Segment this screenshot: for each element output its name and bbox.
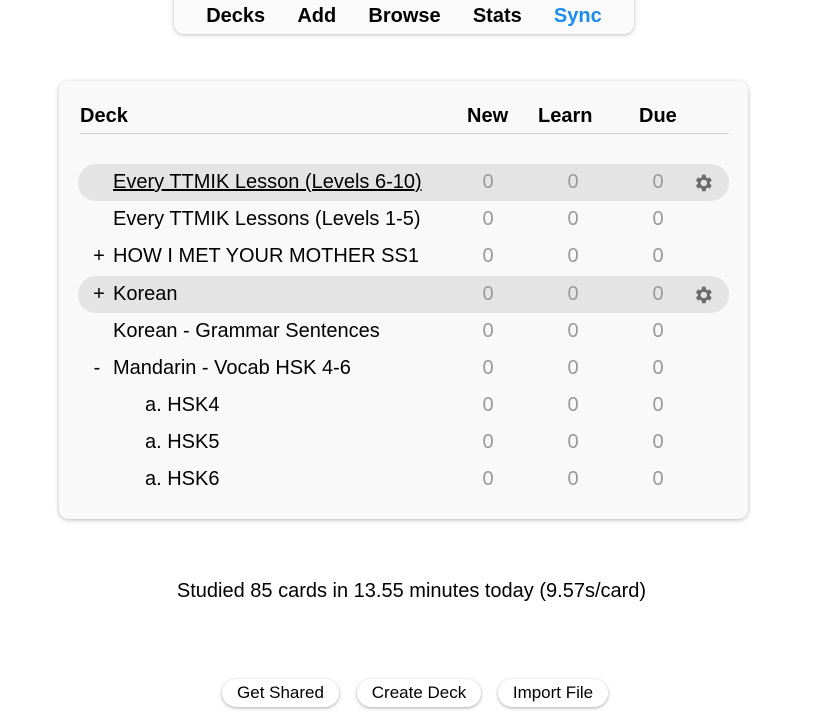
learn-count: 0 — [567, 468, 579, 490]
deck-row[interactable]: Every TTMIK Lessons (Levels 1-5) 0 0 0 — [78, 201, 729, 238]
new-count: 0 — [482, 208, 494, 230]
gear-icon[interactable] — [692, 284, 714, 306]
learn-count: 0 — [567, 283, 579, 305]
due-count: 0 — [652, 283, 664, 305]
column-header-learn: Learn — [538, 105, 593, 127]
deck-name[interactable]: Every TTMIK Lesson (Levels 6-10) — [113, 171, 422, 194]
new-count: 0 — [482, 431, 494, 453]
learn-count: 0 — [567, 245, 579, 267]
deck-name[interactable]: HOW I MET YOUR MOTHER SS1 — [113, 245, 419, 268]
deck-name[interactable]: Every TTMIK Lessons (Levels 1-5) — [113, 208, 421, 231]
deck-row[interactable]: Korean - Grammar Sentences 0 0 0 — [78, 313, 729, 350]
learn-count: 0 — [567, 320, 579, 342]
deck-row[interactable]: - Mandarin - Vocab HSK 4-6 0 0 0 — [78, 350, 729, 387]
column-header-deck: Deck — [80, 105, 128, 127]
new-count: 0 — [482, 283, 494, 305]
nav-sync[interactable]: Sync — [554, 4, 602, 28]
deck-row[interactable]: + Korean 0 0 0 — [78, 276, 729, 313]
create-deck-button[interactable]: Create Deck — [357, 679, 481, 707]
table-header: Deck New Learn Due — [80, 103, 729, 134]
due-count: 0 — [652, 320, 664, 342]
learn-count: 0 — [567, 208, 579, 230]
due-count: 0 — [652, 208, 664, 230]
new-count: 0 — [482, 320, 494, 342]
learn-count: 0 — [567, 357, 579, 379]
bottom-buttons: Get Shared Create Deck Import File — [0, 679, 823, 707]
deck-list-panel: Deck New Learn Due Every TTMIK Lesson (L… — [59, 81, 748, 519]
deck-name[interactable]: a. HSK4 — [145, 394, 219, 417]
top-toolbar: Decks Add Browse Stats Sync — [174, 0, 634, 34]
collapse-toggle[interactable]: + — [92, 245, 106, 268]
deck-name[interactable]: Korean - Grammar Sentences — [113, 320, 380, 343]
due-count: 0 — [652, 468, 664, 490]
column-header-due: Due — [639, 105, 677, 127]
due-count: 0 — [652, 357, 664, 379]
column-header-new: New — [467, 105, 509, 127]
study-summary: Studied 85 cards in 13.55 minutes today … — [176, 580, 647, 602]
new-count: 0 — [482, 468, 494, 490]
nav-decks[interactable]: Decks — [206, 4, 265, 28]
collapse-toggle[interactable]: - — [90, 357, 104, 380]
learn-count: 0 — [567, 171, 579, 193]
new-count: 0 — [482, 171, 494, 193]
deck-row[interactable]: a. HSK4 0 0 0 — [78, 387, 729, 424]
deck-row[interactable]: a. HSK5 0 0 0 — [78, 424, 729, 461]
due-count: 0 — [652, 245, 664, 267]
due-count: 0 — [652, 171, 664, 193]
new-count: 0 — [482, 357, 494, 379]
due-count: 0 — [652, 431, 664, 453]
deck-name[interactable]: Korean — [113, 283, 178, 306]
new-count: 0 — [482, 394, 494, 416]
learn-count: 0 — [567, 394, 579, 416]
deck-row[interactable]: + HOW I MET YOUR MOTHER SS1 0 0 0 — [78, 238, 729, 275]
due-count: 0 — [652, 394, 664, 416]
import-file-button[interactable]: Import File — [498, 679, 608, 707]
deck-name[interactable]: a. HSK6 — [145, 468, 219, 491]
new-count: 0 — [482, 245, 494, 267]
learn-count: 0 — [567, 431, 579, 453]
deck-name[interactable]: a. HSK5 — [145, 431, 219, 454]
deck-row[interactable]: a. HSK6 0 0 0 — [78, 461, 729, 498]
deck-name[interactable]: Mandarin - Vocab HSK 4-6 — [113, 357, 351, 380]
nav-stats[interactable]: Stats — [473, 4, 522, 28]
nav-add[interactable]: Add — [297, 4, 336, 28]
collapse-toggle[interactable]: + — [92, 283, 106, 306]
get-shared-button[interactable]: Get Shared — [222, 679, 339, 707]
nav-browse[interactable]: Browse — [368, 4, 440, 28]
deck-row[interactable]: Every TTMIK Lesson (Levels 6-10) 0 0 0 — [78, 164, 729, 201]
gear-icon[interactable] — [692, 172, 714, 194]
